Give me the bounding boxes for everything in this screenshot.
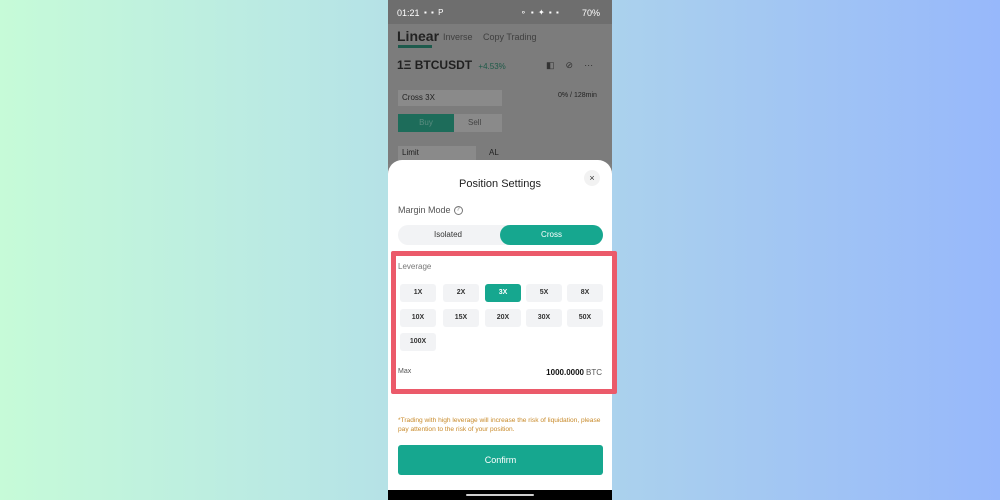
link-icon[interactable]: ⊘ — [566, 60, 585, 70]
tab-linear[interactable]: Linear — [397, 28, 439, 44]
margin-mode-label: Margin Mode? — [398, 205, 463, 216]
price-change: +4.53% — [478, 62, 506, 71]
background-trading-screen: Linear Inverse Copy Trading 1Ξ BTCUSDT +… — [388, 24, 612, 164]
trading-pair[interactable]: 1Ξ BTCUSDT +4.53% — [397, 58, 506, 72]
system-nav-bar — [388, 490, 612, 500]
buy-sell-toggle[interactable]: Buy Sell — [398, 114, 502, 132]
cross-button[interactable]: Cross — [500, 225, 603, 245]
notification-icons: ▪ ▪ P — [424, 8, 445, 17]
menu-icon: 1Ξ — [397, 58, 412, 72]
buy-button[interactable]: Buy — [398, 114, 454, 132]
margin-mode-text: Margin Mode — [398, 205, 451, 215]
leverage-highlight-box — [391, 251, 617, 394]
chart-icon[interactable]: ◧ — [546, 60, 566, 70]
system-icons: ⚬ ▪ ✦ ▪ ▪ — [520, 8, 560, 17]
sell-button[interactable]: Sell — [468, 114, 481, 132]
sheet-title: Position Settings — [459, 178, 541, 190]
tab-inverse[interactable]: Inverse — [443, 32, 473, 42]
pair-name: BTCUSDT — [414, 58, 473, 72]
margin-mode-toggle: Isolated Cross — [398, 225, 603, 245]
battery-indicator: 70% — [582, 8, 601, 18]
help-icon[interactable]: ? — [453, 206, 463, 216]
more-icon[interactable]: ⋯ — [584, 60, 604, 70]
tab-copy-trading[interactable]: Copy Trading — [483, 32, 537, 42]
status-time: 01:21 — [397, 8, 420, 18]
pair-action-icons: ◧⊘⋯ — [546, 60, 604, 71]
isolated-button[interactable]: Isolated — [398, 225, 498, 245]
confirm-button[interactable]: Confirm — [398, 445, 603, 475]
home-indicator[interactable] — [466, 494, 534, 496]
al-label: AL — [489, 148, 499, 157]
leverage-warning: *Trading with high leverage will increas… — [398, 417, 601, 433]
funding-timer: 0% / 128min — [558, 92, 597, 99]
status-bar: 01:21 ▪ ▪ P ⚬ ▪ ✦ ▪ ▪ 70% — [388, 0, 612, 24]
phone-screen: 01:21 ▪ ▪ P ⚬ ▪ ✦ ▪ ▪ 70% Linear Inverse… — [388, 0, 612, 500]
close-icon[interactable]: × — [584, 170, 600, 186]
order-type-select[interactable]: Limit — [398, 146, 476, 160]
margin-select[interactable]: Cross 3X — [398, 90, 502, 106]
active-tab-underline — [398, 45, 432, 48]
